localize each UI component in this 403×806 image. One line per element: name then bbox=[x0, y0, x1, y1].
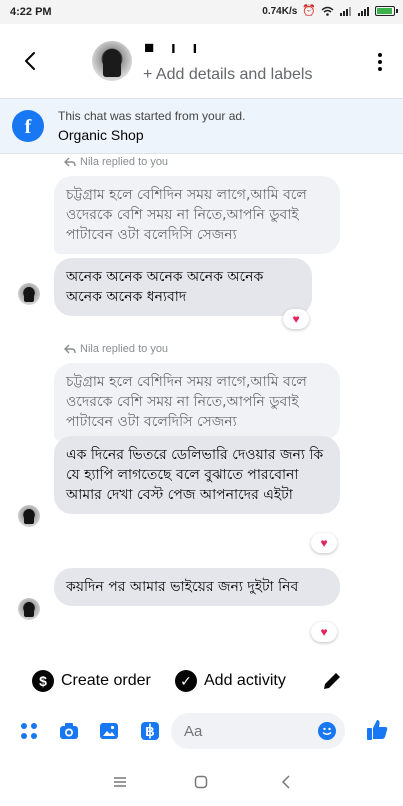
payment-icon[interactable]: B bbox=[139, 720, 161, 742]
network-speed: 0.74K/s bbox=[262, 5, 298, 17]
emoji-icon[interactable] bbox=[318, 722, 336, 740]
sender-avatar[interactable] bbox=[18, 283, 40, 305]
camera-icon[interactable] bbox=[58, 720, 80, 742]
facebook-icon: f bbox=[12, 110, 44, 142]
heart-reaction-icon[interactable]: ♥ bbox=[311, 533, 337, 553]
quick-actions-bar: $ Create order ✓ Add activity bbox=[0, 662, 403, 702]
shop-name: Organic Shop bbox=[58, 127, 144, 143]
dollar-icon: $ bbox=[32, 670, 54, 692]
back-triangle-icon[interactable] bbox=[278, 774, 294, 790]
reply-arrow-icon bbox=[64, 344, 76, 354]
system-nav-bar bbox=[0, 760, 403, 806]
quoted-message[interactable]: চট্টগ্রাম হলে বেশিদিন সময় লাগে,আমি বলে … bbox=[54, 176, 340, 254]
reply-label-text: Nila replied to you bbox=[80, 343, 169, 355]
message-bubble[interactable]: এক দিনের ভিতরে ডেলিভারি দেওয়ার জন্য কি … bbox=[54, 436, 340, 514]
status-time: 4:22 PM bbox=[10, 6, 52, 18]
add-details-link[interactable]: + Add details and labels bbox=[143, 66, 312, 84]
reply-arrow-icon bbox=[64, 157, 76, 167]
battery-icon bbox=[375, 6, 398, 16]
reply-label: Nila replied to you bbox=[64, 156, 168, 168]
back-arrow-icon[interactable] bbox=[18, 48, 44, 74]
add-activity-label: Add activity bbox=[204, 672, 286, 689]
more-options-icon[interactable] bbox=[377, 52, 383, 72]
reply-label-text: Nila replied to you bbox=[80, 156, 169, 168]
status-bar: 4:22 PM 0.74K/s ⏰ bbox=[0, 0, 403, 24]
quoted-message[interactable]: চট্টগ্রাম হলে বেশিদিন সময় লাগে,আমি বলে … bbox=[54, 363, 340, 441]
contact-name[interactable]: ■ ı ı bbox=[144, 38, 203, 58]
create-order-button[interactable]: $ Create order bbox=[32, 670, 151, 692]
sender-avatar[interactable] bbox=[18, 598, 40, 620]
chat-header: ■ ı ı + Add details and labels bbox=[0, 24, 403, 98]
heart-reaction-icon[interactable]: ♥ bbox=[311, 622, 337, 642]
message-composer: B bbox=[0, 708, 403, 754]
message-bubble[interactable]: অনেক অনেক অনেক অনেক অনেক অনেক অনেক ধন্যব… bbox=[54, 258, 312, 316]
alarm-icon: ⏰ bbox=[302, 5, 316, 17]
contact-avatar[interactable] bbox=[92, 41, 132, 81]
pencil-icon[interactable] bbox=[321, 670, 343, 692]
message-bubble[interactable]: কয়দিন পর আমার ভাইয়ের জন্য দুইটা নিব bbox=[54, 568, 340, 606]
thumbs-up-icon[interactable] bbox=[365, 718, 389, 742]
apps-grid-icon[interactable] bbox=[18, 720, 40, 742]
heart-reaction-icon[interactable]: ♥ bbox=[283, 309, 309, 329]
photo-icon[interactable] bbox=[98, 720, 120, 742]
add-activity-button[interactable]: ✓ Add activity bbox=[175, 670, 286, 692]
check-circle-icon: ✓ bbox=[175, 670, 197, 692]
status-indicators: 0.74K/s ⏰ bbox=[262, 5, 398, 17]
home-square-icon[interactable] bbox=[193, 774, 209, 790]
signal-icon bbox=[340, 7, 351, 16]
sender-avatar[interactable] bbox=[18, 505, 40, 527]
wifi-icon bbox=[321, 6, 334, 16]
menu-lines-icon[interactable] bbox=[112, 774, 128, 790]
ad-origin-note: This chat was started from your ad. bbox=[58, 109, 246, 123]
signal-icon bbox=[358, 7, 369, 16]
create-order-label: Create order bbox=[61, 672, 151, 689]
reply-label: Nila replied to you bbox=[64, 343, 168, 355]
ad-origin-banner[interactable]: f This chat was started from your ad. Or… bbox=[0, 98, 403, 154]
